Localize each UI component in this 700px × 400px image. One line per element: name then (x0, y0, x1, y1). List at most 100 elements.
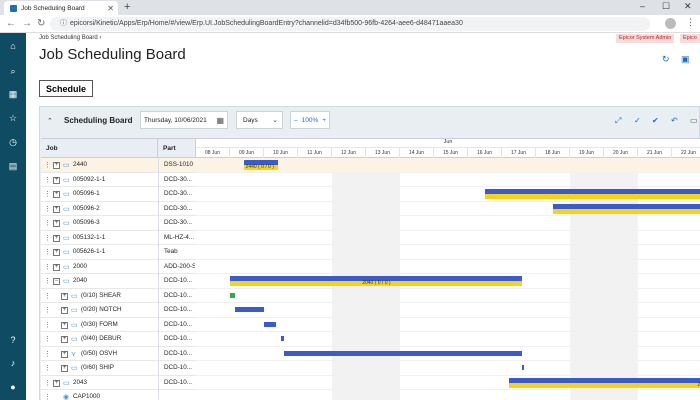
drag-handle-icon[interactable]: ⋮ (44, 335, 51, 343)
expand-toggle[interactable]: + (53, 176, 60, 184)
job-row[interactable]: ⋮ + ▭ (0/10) SHEAR DCD-10... (41, 289, 196, 303)
expand-toggle[interactable]: + (53, 220, 60, 227)
job-row[interactable]: ⋮ + ▭ 2000 ADD-200-S (41, 260, 196, 274)
save-icon[interactable]: ▣ (681, 54, 690, 65)
drag-handle-icon[interactable]: ⋮ (44, 190, 51, 198)
job-row[interactable]: ⋮ + ▭ (0/20) NOTCH DCD-10... (41, 303, 196, 318)
job-row[interactable]: ⋮ + ▭ 005096-1 DCD-30... (41, 187, 196, 202)
job-row[interactable]: ⋮ + ▭ 005092-1-1 DCD-30... (41, 173, 196, 187)
breadcrumb[interactable]: Job Scheduling Board › (39, 35, 101, 41)
expand-toggle[interactable]: + (61, 292, 68, 300)
gantt-bar[interactable] (281, 336, 285, 341)
user-account-icon[interactable]: ● (6, 380, 20, 394)
date-field[interactable]: Thursday, 10/06/2021 ▦ (140, 111, 228, 129)
window-close-icon[interactable]: ✕ (684, 1, 692, 12)
expand-toggle[interactable]: + (53, 191, 60, 198)
job-column-header[interactable]: Job (41, 139, 158, 158)
drag-handle-icon[interactable]: ⋮ (44, 205, 51, 213)
job-row[interactable]: ⋮ + ▭ 005096-3 DCD-30... (41, 216, 196, 231)
notifications-bell-icon[interactable]: ♪ (6, 356, 20, 370)
drag-handle-icon[interactable]: ⋮ (44, 350, 51, 358)
gantt-bar[interactable] (485, 194, 700, 199)
expand-toggle[interactable]: + (61, 336, 68, 343)
forward-icon[interactable]: → (22, 18, 32, 29)
undo-icon[interactable]: ↶ (671, 116, 678, 125)
drag-handle-icon[interactable]: ⋮ (44, 306, 51, 314)
browser-tab[interactable]: Job Scheduling Board ✕ (4, 1, 118, 15)
drag-handle-icon[interactable]: ⋮ (44, 393, 51, 400)
zoom-out-button[interactable]: – (294, 112, 298, 128)
job-row[interactable]: ⋮ − ▭ 2040 DCD-10... (41, 274, 196, 289)
expand-toggle[interactable]: + (53, 263, 60, 271)
expand-toggle[interactable]: + (61, 365, 68, 372)
apps-grid-icon[interactable]: ▦ (6, 87, 20, 101)
job-row[interactable]: ⋮ + ▭ 005626-1-1 Teab (41, 245, 196, 260)
job-label: 005626-1-1 (73, 248, 106, 255)
drag-handle-icon[interactable]: ⋮ (44, 219, 51, 227)
drag-handle-icon[interactable]: ⋮ (44, 277, 51, 285)
browser-menu-icon[interactable]: ⋮ (686, 17, 695, 28)
close-tab-icon[interactable]: ✕ (107, 4, 114, 13)
expand-toggle[interactable]: + (53, 234, 60, 242)
minimize-icon[interactable]: – (640, 1, 645, 11)
zoom-level: 100% (301, 117, 319, 124)
expand-icon[interactable]: ⤢ (615, 116, 621, 126)
favorites-star-icon[interactable]: ☆ (6, 111, 20, 125)
drag-handle-icon[interactable]: ⋮ (44, 263, 51, 271)
history-icon[interactable]: ◷ (6, 135, 20, 149)
job-row[interactable]: ⋮ + ▭ (0/30) FORM DCD-10... (41, 318, 196, 332)
new-tab-icon[interactable]: + (124, 1, 130, 13)
gantt-bar[interactable] (522, 365, 525, 370)
check-icon[interactable]: ✓ (634, 116, 641, 125)
reload-icon[interactable]: ↻ (37, 18, 45, 29)
job-row[interactable]: ⋮ + ⋎ (0/50) OSVH DCD-10... (41, 347, 196, 361)
expand-toggle[interactable]: − (53, 278, 60, 285)
gantt-bar[interactable] (553, 208, 700, 214)
drag-handle-icon[interactable]: ⋮ (44, 248, 51, 256)
drag-handle-icon[interactable]: ⋮ (44, 161, 51, 169)
gantt-bar[interactable] (264, 321, 276, 327)
back-icon[interactable]: ← (6, 18, 16, 29)
dashboard-icon[interactable]: ▤ (6, 159, 20, 173)
collapse-chevron-icon[interactable]: ⌃ (47, 117, 53, 125)
check-all-icon[interactable]: ✔ (652, 116, 659, 125)
profile-avatar[interactable] (665, 18, 676, 29)
help-icon[interactable]: ? (6, 333, 20, 347)
home-icon[interactable]: ⌂ (6, 39, 20, 53)
period-select[interactable]: Days ⌄ (236, 111, 283, 129)
drag-handle-icon[interactable]: ⋮ (44, 364, 51, 372)
gantt-bar[interactable] (235, 307, 264, 312)
job-row[interactable]: ⋮ + ▭ 005096-2 DCD-30... (41, 202, 196, 216)
drag-handle-icon[interactable]: ⋮ (44, 292, 51, 300)
job-row[interactable]: ⋮ ◉ CAP1000 (41, 390, 196, 400)
comment-icon[interactable]: ▭ (690, 116, 698, 125)
zoom-in-button[interactable]: + (322, 112, 326, 128)
gantt-bar[interactable] (508, 382, 700, 388)
expand-toggle[interactable]: + (53, 379, 60, 387)
job-row[interactable]: ⋮ + ▭ (0/60) SHIP DCD-10... (41, 361, 196, 376)
refresh-icon[interactable]: ↻ (662, 54, 670, 65)
part-label: DCD-10... (164, 378, 192, 386)
url-field[interactable]: ⓘ epicorsi/Kinetic/Apps/Erp/Home/#/view/E… (50, 17, 650, 31)
search-icon[interactable]: ⌕ (6, 64, 20, 78)
part-column-header[interactable]: Part (158, 139, 196, 158)
drag-handle-icon[interactable]: ⋮ (44, 176, 51, 184)
drag-handle-icon[interactable]: ⋮ (44, 234, 51, 242)
job-row[interactable]: ⋮ + ▭ 005132-1-1 ML-HZ-4... (41, 231, 196, 245)
expand-toggle[interactable]: + (53, 162, 60, 169)
drag-handle-icon[interactable]: ⋮ (44, 321, 51, 329)
job-row[interactable]: ⋮ + ▭ 2043 DCD-10... (41, 376, 196, 390)
gantt-bar[interactable] (230, 292, 236, 298)
expand-toggle[interactable]: + (61, 350, 68, 358)
calendar-icon[interactable]: ▦ (216, 112, 224, 129)
job-row[interactable]: ⋮ + ▭ (0/40) DEBUR DCD-10... (41, 332, 196, 347)
job-row[interactable]: ⋮ + ▭ 2440 DSS-1010 (41, 158, 196, 173)
gantt-bar[interactable] (284, 350, 523, 356)
expand-toggle[interactable]: + (61, 307, 68, 314)
drag-handle-icon[interactable]: ⋮ (44, 379, 51, 387)
maximize-icon[interactable]: ☐ (662, 1, 670, 12)
expand-toggle[interactable]: + (61, 321, 68, 329)
expand-toggle[interactable]: + (53, 205, 60, 213)
schedule-button[interactable]: Schedule (39, 80, 93, 97)
expand-toggle[interactable]: + (53, 249, 60, 256)
